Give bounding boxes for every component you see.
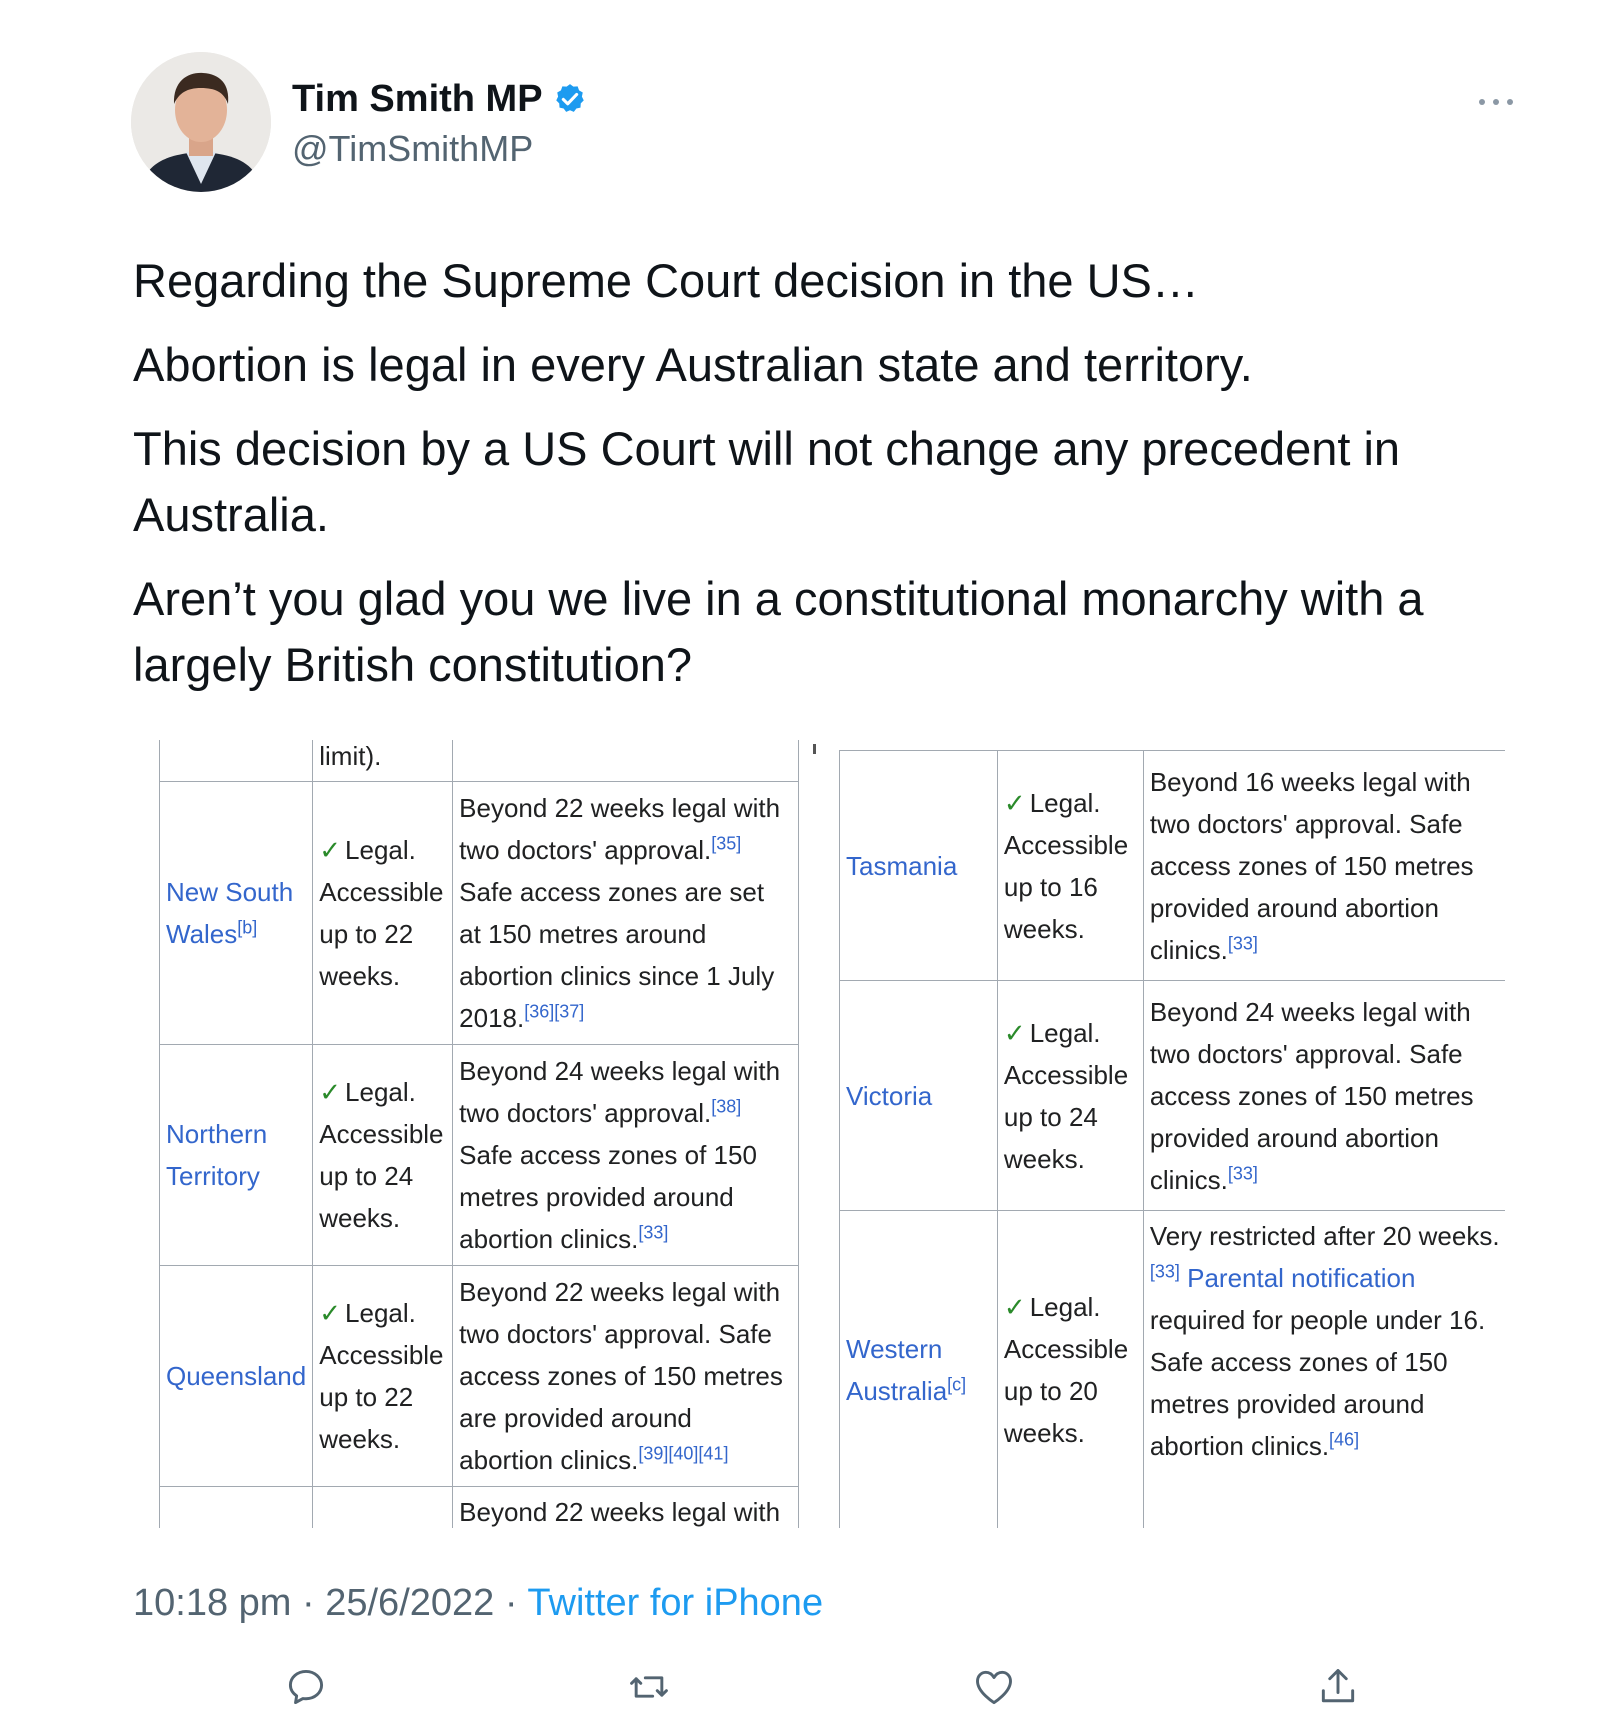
check-icon: ✓ — [1003, 787, 1026, 818]
divider — [813, 744, 816, 754]
avatar[interactable] — [131, 52, 271, 192]
retweet-button[interactable] — [627, 1665, 671, 1709]
details-cell: Very restricted after 20 weeks. [33] Pare… — [1142, 1210, 1505, 1528]
footnote-ref[interactable]: [36][37] — [524, 1001, 584, 1021]
region-cell: New South Wales[b] — [158, 781, 314, 1045]
region-link[interactable]: Tasmania — [846, 851, 957, 881]
details-cell: Beyond 22 weeks legal with two doctors' … — [452, 781, 799, 1045]
region-cell: Northern Territory — [158, 1044, 314, 1266]
footnote-ref[interactable]: [35] — [711, 833, 741, 853]
region-cell: Queensland — [158, 1265, 314, 1487]
verified-badge-icon — [555, 84, 584, 112]
tweet-paragraph: This decision by a US Court will not cha… — [133, 422, 1401, 541]
more-horizontal-icon — [1479, 99, 1513, 105]
table-row: Tasmania ✓ Legal. Accessible up to 16 wee… — [839, 750, 1505, 981]
region-cell: Tasmania — [839, 750, 998, 981]
details-text: Beyond 22 weeks legal with two doctors' … — [459, 1277, 783, 1475]
tweet-paragraph: Abortion is legal in every Australian st… — [133, 338, 1253, 391]
share-icon — [1321, 1669, 1355, 1703]
table-cell: Beyond 22 weeks legal with — [452, 1486, 799, 1528]
check-icon: ✓ — [319, 1077, 342, 1107]
region-link[interactable]: Victoria — [846, 1081, 932, 1111]
footnote-ref[interactable]: [46] — [1329, 1429, 1359, 1449]
tweet-time[interactable]: 10:18 pm — [133, 1582, 291, 1624]
details-text: Very restricted after 20 weeks. — [1149, 1221, 1500, 1251]
status-cell: ✓ Legal. Accessible up to 22 weeks. — [312, 1265, 454, 1487]
check-icon: ✓ — [1003, 1017, 1026, 1048]
table-row: Western Australia[c] ✓ Legal. Accessible … — [839, 1210, 1505, 1528]
footnote-ref[interactable]: [33] — [638, 1222, 668, 1242]
reply-button[interactable] — [284, 1665, 328, 1709]
status-cell: ✓ Legal. Accessible up to 20 weeks. — [996, 1210, 1144, 1528]
table-row: Victoria ✓ Legal. Accessible up to 24 wee… — [839, 980, 1505, 1211]
details-text: Beyond 24 weeks legal with two doctors' … — [459, 1056, 781, 1128]
region-link[interactable]: New South Wales — [166, 877, 293, 949]
details-text: Beyond 22 weeks legal with two doctors' … — [459, 793, 781, 865]
details-text: Beyond 24 weeks legal with two doctors' … — [1149, 996, 1474, 1195]
tweet-media-image[interactable]: limit). New South Wales[b] ✓ Legal. Acces… — [155, 740, 1505, 1528]
check-icon: ✓ — [319, 1298, 342, 1328]
share-button[interactable] — [1316, 1665, 1360, 1709]
tweet-paragraph: Aren’t you glad you we live in a constit… — [133, 572, 1424, 691]
check-icon: ✓ — [1003, 1291, 1026, 1322]
separator: · — [302, 1582, 315, 1624]
author-name[interactable]: Tim Smith MP — [292, 78, 543, 121]
retweet-icon — [630, 1676, 668, 1698]
table-row: limit). — [158, 740, 799, 782]
like-button[interactable] — [972, 1665, 1016, 1709]
more-options-button[interactable] — [1476, 88, 1516, 116]
table-row: Beyond 22 weeks legal with — [158, 1486, 799, 1528]
tweet-author: Tim Smith MP @TimSmithMP — [292, 76, 587, 170]
region-cell: Victoria — [839, 980, 998, 1211]
wiki-table-left: limit). New South Wales[b] ✓ Legal. Acces… — [158, 740, 799, 1528]
details-text: Beyond 16 weeks legal with two doctors' … — [1149, 766, 1474, 965]
footnote-ref[interactable]: [c] — [947, 1374, 966, 1394]
details-cell: Beyond 22 weeks legal with two doctors' … — [452, 1265, 799, 1487]
parental-notification-link[interactable]: Parental notification — [1187, 1263, 1415, 1293]
table-row: Queensland ✓ Legal. Accessible up to 22 w… — [158, 1265, 799, 1487]
details-text: required for people under 16. Safe acces… — [1149, 1305, 1486, 1461]
check-icon: ✓ — [319, 835, 342, 865]
tweet-paragraph: Regarding the Supreme Court decision in … — [133, 254, 1199, 307]
tweet-date[interactable]: 25/6/2022 — [325, 1582, 494, 1624]
region-link[interactable]: Queensland — [166, 1361, 306, 1391]
footnote-ref[interactable]: [38] — [711, 1096, 741, 1116]
region-link[interactable]: Northern Territory — [166, 1119, 267, 1191]
status-cell: ✓ Legal. Accessible up to 16 weeks. — [996, 750, 1144, 981]
separator: · — [504, 1582, 518, 1624]
status-cell: ✓ Legal. Accessible up to 22 weeks. — [312, 781, 454, 1045]
reply-icon — [288, 1669, 324, 1705]
author-handle[interactable]: @TimSmithMP — [292, 128, 587, 170]
like-icon — [976, 1670, 1012, 1705]
details-text: Safe access zones of 150 metres provided… — [459, 1140, 757, 1254]
footnote-ref[interactable]: [b] — [237, 917, 257, 937]
footnote-ref[interactable]: [33] — [1150, 1261, 1180, 1281]
table-cell: limit). — [312, 740, 454, 782]
region-cell: Western Australia[c] — [839, 1210, 998, 1528]
table-row: Northern Territory ✓ Legal. Accessible up… — [158, 1044, 799, 1266]
details-cell: Beyond 24 weeks legal with two doctors' … — [1142, 980, 1505, 1211]
footnote-ref[interactable]: [39][40][41] — [638, 1443, 728, 1463]
status-cell: ✓ Legal. Accessible up to 24 weeks. — [312, 1044, 454, 1266]
details-text: Safe access zones are set at 150 metres … — [459, 877, 775, 1033]
details-cell: Beyond 24 weeks legal with two doctors' … — [452, 1044, 799, 1266]
tweet-text: Regarding the Supreme Court decision in … — [133, 248, 1523, 716]
status-cell: ✓ Legal. Accessible up to 24 weeks. — [996, 980, 1144, 1211]
table-row: New South Wales[b] ✓ Legal. Accessible up… — [158, 781, 799, 1045]
tweet-meta: 10:18 pm · 25/6/2022 · Twitter for iPhon… — [133, 1582, 823, 1625]
wiki-table-right: Tasmania ✓ Legal. Accessible up to 16 wee… — [839, 750, 1505, 1528]
details-cell: Beyond 16 weeks legal with two doctors' … — [1142, 750, 1505, 981]
avatar-image — [131, 52, 271, 192]
footnote-ref[interactable]: [33] — [1228, 933, 1258, 953]
region-link[interactable]: Western Australia — [846, 1334, 947, 1406]
footnote-ref[interactable]: [33] — [1228, 1163, 1258, 1183]
tweet-source-link[interactable]: Twitter for iPhone — [527, 1582, 823, 1624]
